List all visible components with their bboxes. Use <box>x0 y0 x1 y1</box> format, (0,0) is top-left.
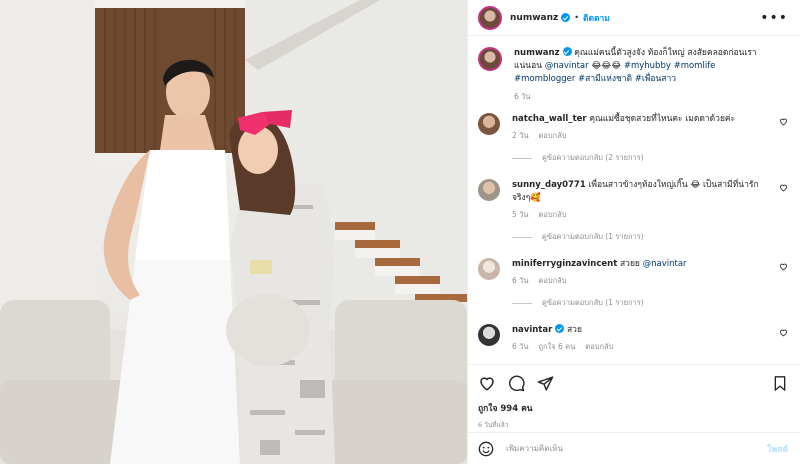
post-actions: ถูกใจ 994 คน 6 วันที่แล้ว <box>468 364 800 430</box>
caption-time: 6 วัน <box>514 92 531 101</box>
verified-icon <box>562 47 572 56</box>
reply-button[interactable]: ตอบกลับ <box>585 340 613 353</box>
author-avatar[interactable] <box>478 5 502 30</box>
heart-icon[interactable] <box>779 328 788 337</box>
comment-item: sunny_day0771 เพื่อนสาวข้างๆท้องใหญ่เกิ๊… <box>468 179 800 221</box>
caption-username[interactable]: numwanz <box>514 48 560 58</box>
comment-item: miniferryginzavincent สวยย @navintar 6 ว… <box>468 258 800 287</box>
heart-icon[interactable] <box>779 117 788 126</box>
replies-divider <box>512 157 532 159</box>
header-separator: • <box>574 13 579 22</box>
comment-time: 6 วัน <box>512 276 529 285</box>
comment-likes[interactable]: ถูกใจ 6 คน <box>539 340 576 353</box>
reply-button[interactable]: ตอบกลับ <box>539 208 567 221</box>
post-caption: numwanz คุณแม่คนนี้ตัวสูงจัง ท้องก็ใหญ่ … <box>468 37 800 103</box>
view-replies-label: ดูข้อความตอบกลับ (1 รายการ) <box>542 298 644 307</box>
reply-button[interactable]: ตอบกลับ <box>539 274 567 287</box>
post-photo-illustration <box>0 0 467 464</box>
heart-icon[interactable] <box>779 183 788 192</box>
comment-icon[interactable] <box>508 375 525 392</box>
comment-username[interactable]: natcha_wall_ter <box>512 114 587 124</box>
comments-scroll-area[interactable]: numwanz คุณแม่คนนี้ตัวสูงจัง ท้องก็ใหญ่ … <box>468 37 800 363</box>
more-icon[interactable]: ••• <box>760 11 788 25</box>
emoji-icon[interactable] <box>478 441 494 457</box>
bookmark-icon[interactable] <box>772 375 788 392</box>
add-comment-bar: โพสต์ <box>468 432 800 464</box>
post-photo[interactable] <box>0 0 467 464</box>
commenter-avatar[interactable] <box>478 324 500 346</box>
commenter-avatar[interactable] <box>478 113 500 135</box>
share-icon[interactable] <box>537 375 554 392</box>
caption-avatar[interactable] <box>478 47 502 71</box>
post-header: numwanz • ติดตาม ••• <box>468 0 800 36</box>
heart-icon[interactable] <box>779 262 788 271</box>
comment-time: 5 วัน <box>512 210 529 219</box>
author-username[interactable]: numwanz <box>510 13 558 23</box>
comment-item: navintar สวย 6 วัน ถูกใจ 6 คน ตอบกลับ <box>468 324 800 353</box>
comment-time: 2 วัน <box>512 131 529 140</box>
verified-icon <box>555 324 565 333</box>
follow-button[interactable]: ติดตาม <box>583 11 610 25</box>
view-replies-label: ดูข้อความตอบกลับ (1 รายการ) <box>542 232 644 241</box>
view-replies-label: ดูข้อความตอบกลับ (2 รายการ) <box>542 153 644 162</box>
commenter-avatar[interactable] <box>478 179 500 201</box>
post-side-panel: numwanz • ติดตาม ••• numwanz คุณแม่คนนี้… <box>467 0 800 464</box>
view-replies-button[interactable]: ดูข้อความตอบกลับ (2 รายการ) <box>512 152 800 164</box>
comment-item: natcha_wall_ter คุณแม่ซื้อชุดสวยที่ไหนคะ… <box>468 113 800 142</box>
comment-time: 6 วัน <box>512 342 529 351</box>
likes-count[interactable]: ถูกใจ 994 คน <box>478 401 788 415</box>
heart-icon[interactable] <box>478 374 496 392</box>
post-date: 6 วันที่แล้ว <box>478 421 509 429</box>
view-replies-button[interactable]: ดูข้อความตอบกลับ (1 รายการ) <box>512 297 800 309</box>
comment-text: สวย <box>564 325 582 335</box>
comment-input[interactable] <box>506 444 768 453</box>
caption-mention[interactable]: @navintar <box>545 61 589 71</box>
replies-divider <box>512 302 532 304</box>
commenter-avatar[interactable] <box>478 258 500 280</box>
view-replies-button[interactable]: ดูข้อความตอบกลับ (1 รายการ) <box>512 231 800 243</box>
comment-username[interactable]: miniferryginzavincent <box>512 259 617 269</box>
verified-icon <box>561 13 571 22</box>
comment-username[interactable]: navintar <box>512 325 552 335</box>
comment-text: คุณแม่ซื้อชุดสวยที่ไหนคะ เมดดาด้วยค่ะ <box>586 114 736 124</box>
comment-text: สวยย <box>617 259 643 269</box>
caption-emoji: 😂😂😂 <box>588 61 624 71</box>
comment-username[interactable]: sunny_day0771 <box>512 180 586 190</box>
reply-button[interactable]: ตอบกลับ <box>539 129 567 142</box>
replies-divider <box>512 236 532 238</box>
post-comment-button[interactable]: โพสต์ <box>767 442 788 456</box>
comment-mention[interactable]: @navintar <box>643 259 687 269</box>
